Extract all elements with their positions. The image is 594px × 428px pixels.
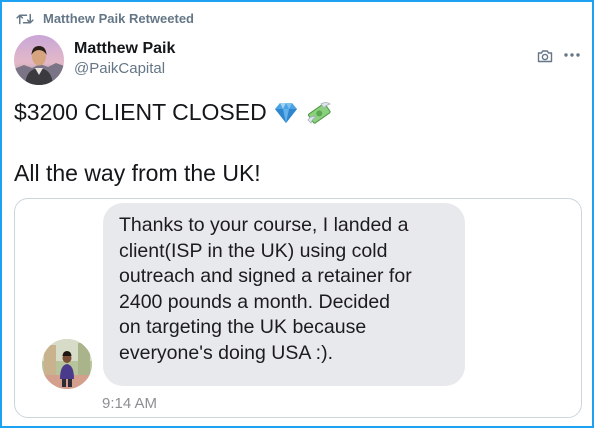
message-line: Thanks to your course, I landed a [119, 214, 409, 236]
message-line: outreach and signed a retainer for [119, 265, 412, 287]
message-line: everyone's doing USA :). [119, 341, 334, 364]
author-avatar[interactable] [14, 35, 64, 85]
message-text: Thanks to your course, I landed a client… [119, 213, 459, 366]
message-line: client(ISP in the UK) using cold [119, 239, 388, 262]
tweet-frame: Matthew Paik Retweeted Matthew Paik @Pai… [0, 0, 594, 428]
retweet-indicator[interactable]: Matthew Paik Retweeted [16, 11, 194, 26]
message-line: on targeting the UK because [119, 316, 367, 338]
retweet-icon [16, 13, 34, 24]
sender-avatar [42, 339, 92, 389]
gem-icon [274, 102, 297, 123]
message-bubble: Thanks to your course, I landed a client… [103, 203, 465, 386]
message-line: 2400 pounds a month. Decided [119, 290, 391, 313]
author-handle[interactable]: @PaikCapital [74, 60, 165, 77]
message-timestamp: 9:14 AM [102, 395, 158, 412]
camera-icon[interactable] [537, 49, 553, 63]
tweet-headline: $3200 CLIENT CLOSED [14, 99, 267, 125]
tweet-text-line2: All the way from the UK! [14, 160, 261, 186]
more-options-icon[interactable] [564, 53, 580, 57]
attached-screenshot[interactable]: Thanks to your course, I landed a client… [14, 198, 582, 418]
tweet-text-line1: $3200 CLIENT CLOSED [14, 99, 333, 126]
retweet-label: Matthew Paik Retweeted [43, 11, 194, 26]
author-name[interactable]: Matthew Paik [74, 40, 175, 58]
money-with-wings-icon [307, 101, 331, 124]
